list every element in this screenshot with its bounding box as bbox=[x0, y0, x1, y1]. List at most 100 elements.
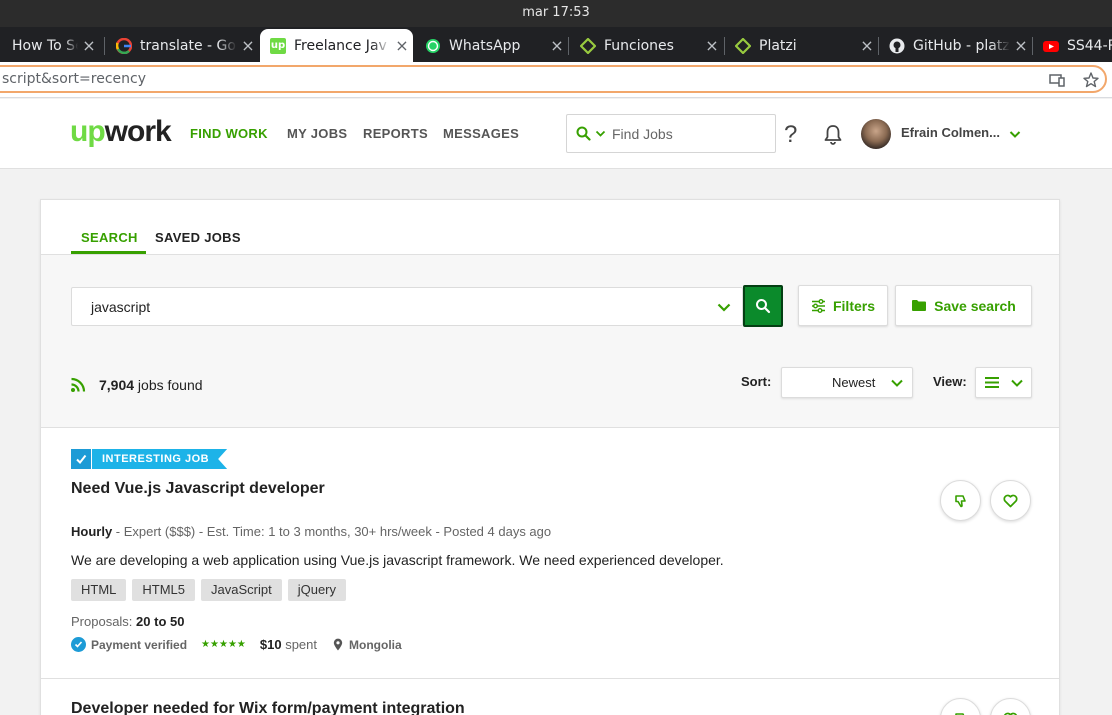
job-listing[interactable]: INTERESTING JOB Need Vue.js Javascript d… bbox=[41, 429, 1059, 679]
upwork-logo[interactable]: upwork bbox=[70, 115, 172, 149]
chevron-down-icon[interactable] bbox=[1008, 127, 1022, 141]
interesting-job-badge: INTERESTING JOB bbox=[71, 449, 227, 469]
platzi-icon bbox=[735, 37, 751, 54]
upwork-header: upwork FIND WORK MY JOBS REPORTS MESSAGE… bbox=[0, 99, 1112, 169]
browser-tab[interactable]: Platzi × bbox=[725, 29, 878, 62]
skill-tag[interactable]: jQuery bbox=[287, 579, 347, 601]
close-icon[interactable]: × bbox=[856, 36, 878, 55]
client-info: Payment verified ★★★★★ $10 spent Mongoli… bbox=[71, 637, 402, 652]
heart-icon bbox=[1003, 494, 1018, 507]
user-name[interactable]: Efrain Colmen... bbox=[901, 125, 1000, 140]
tab-divider bbox=[104, 37, 105, 55]
payment-verified: Payment verified bbox=[91, 637, 188, 652]
skills-list: HTML HTML5 JavaScript jQuery bbox=[71, 579, 347, 601]
client-location: Mongolia bbox=[333, 638, 402, 652]
browser-tab[interactable]: GitHub - platz × bbox=[879, 29, 1032, 62]
browser-tab[interactable]: Funciones × bbox=[570, 29, 723, 62]
chevron-down-icon bbox=[1011, 379, 1023, 387]
nav-reports[interactable]: REPORTS bbox=[363, 126, 428, 141]
avatar[interactable] bbox=[861, 119, 891, 149]
proposals-count: Proposals: 20 to 50 bbox=[71, 614, 185, 629]
notification-bell-icon[interactable] bbox=[822, 123, 844, 145]
search-type-dropdown[interactable] bbox=[576, 126, 606, 141]
browser-tab[interactable]: SS44-RE bbox=[1033, 29, 1112, 62]
folder-icon bbox=[912, 300, 927, 311]
tab-title: Platzi bbox=[759, 37, 797, 54]
close-icon[interactable]: × bbox=[237, 36, 259, 55]
tab-title: SS44-RE bbox=[1067, 37, 1112, 54]
cast-icon[interactable] bbox=[1048, 71, 1066, 89]
filter-sliders-icon bbox=[811, 298, 825, 313]
close-icon[interactable]: × bbox=[1010, 36, 1032, 55]
skill-tag[interactable]: JavaScript bbox=[201, 579, 282, 601]
youtube-icon bbox=[1043, 38, 1059, 54]
tab-title: translate - Go bbox=[140, 37, 236, 54]
close-icon[interactable]: × bbox=[78, 36, 100, 55]
view-dropdown[interactable] bbox=[975, 367, 1032, 398]
search-tabs: SEARCH SAVED JOBS bbox=[41, 200, 1059, 255]
find-jobs-search[interactable]: Find Jobs bbox=[566, 114, 776, 153]
os-clock: mar 17:53 bbox=[0, 0, 1112, 27]
close-icon[interactable]: × bbox=[701, 36, 723, 55]
search-icon bbox=[756, 299, 771, 314]
skill-tag[interactable]: HTML bbox=[71, 579, 127, 601]
list-view-icon bbox=[985, 377, 999, 388]
nav-find-work[interactable]: FIND WORK bbox=[190, 126, 268, 141]
search-button[interactable] bbox=[743, 285, 783, 327]
jobs-card: SEARCH SAVED JOBS javascript Filters Sav… bbox=[40, 199, 1060, 715]
view-label: View: bbox=[933, 374, 967, 389]
save-search-label: Save search bbox=[934, 297, 1016, 314]
dislike-button[interactable] bbox=[940, 698, 981, 715]
nav-messages[interactable]: MESSAGES bbox=[443, 126, 519, 141]
sort-dropdown[interactable]: Newest bbox=[781, 367, 913, 398]
browser-tab-strip: How To Secur × translate - Go × up Freel… bbox=[0, 27, 1112, 62]
sort-label: Sort: bbox=[741, 374, 772, 389]
url-text: script&sort=recency bbox=[2, 71, 146, 87]
tab-title: Funciones bbox=[604, 37, 674, 54]
filters-label: Filters bbox=[832, 297, 875, 314]
tab-title: GitHub - platz bbox=[913, 37, 1010, 54]
job-title-link[interactable]: Developer needed for Wix form/payment in… bbox=[71, 700, 465, 715]
badge-label: INTERESTING JOB bbox=[92, 449, 227, 469]
chevron-down-icon[interactable] bbox=[716, 299, 732, 315]
bookmark-star-icon[interactable] bbox=[1082, 71, 1100, 89]
url-field[interactable]: script&sort=recency bbox=[0, 65, 1107, 93]
browser-tab[interactable]: translate - Go × bbox=[106, 29, 259, 62]
help-icon[interactable]: ? bbox=[784, 121, 797, 149]
browser-tab[interactable]: WhatsApp × bbox=[415, 29, 568, 62]
tab-title: Freelance Jav bbox=[294, 37, 387, 54]
client-rating-stars: ★★★★★ bbox=[201, 639, 246, 650]
close-icon[interactable]: × bbox=[546, 36, 568, 55]
save-job-button[interactable] bbox=[990, 698, 1031, 715]
checkmark-icon bbox=[71, 449, 91, 469]
address-bar: script&sort=recency bbox=[0, 62, 1112, 98]
tab-title: WhatsApp bbox=[449, 37, 521, 54]
thumbs-down-icon bbox=[954, 712, 964, 715]
dislike-button[interactable] bbox=[940, 480, 981, 521]
find-jobs-placeholder: Find Jobs bbox=[612, 126, 673, 142]
verified-check-icon bbox=[71, 637, 86, 652]
skill-tag[interactable]: HTML5 bbox=[132, 579, 196, 601]
job-title-link[interactable]: Need Vue.js Javascript developer bbox=[71, 480, 325, 498]
tab-search[interactable]: SEARCH bbox=[81, 230, 138, 245]
job-search-input[interactable]: javascript bbox=[71, 287, 743, 326]
tab-saved-jobs[interactable]: SAVED JOBS bbox=[155, 230, 241, 245]
client-spent: $10 spent bbox=[259, 637, 317, 652]
nav-my-jobs[interactable]: MY JOBS bbox=[287, 126, 347, 141]
active-tab-indicator bbox=[71, 251, 146, 254]
jobs-found-count: 7,904 jobs found bbox=[99, 377, 203, 393]
close-icon[interactable]: × bbox=[391, 36, 413, 55]
generic-page-icon bbox=[0, 38, 4, 54]
job-description: We are developing a web application usin… bbox=[71, 552, 724, 568]
save-search-button[interactable]: Save search bbox=[895, 285, 1032, 326]
save-job-button[interactable] bbox=[990, 480, 1031, 521]
rss-feed-icon[interactable] bbox=[70, 377, 86, 393]
tab-title: How To Secur bbox=[12, 37, 78, 54]
browser-tab[interactable]: How To Secur × bbox=[0, 29, 100, 62]
sort-value: Newest bbox=[832, 375, 876, 390]
filters-button[interactable]: Filters bbox=[798, 285, 888, 326]
tab-divider bbox=[568, 37, 569, 55]
search-panel: javascript Filters Save search 7,904 job… bbox=[41, 255, 1059, 428]
browser-tab-active[interactable]: up Freelance Jav × bbox=[260, 29, 413, 62]
location-pin-icon bbox=[333, 638, 343, 651]
